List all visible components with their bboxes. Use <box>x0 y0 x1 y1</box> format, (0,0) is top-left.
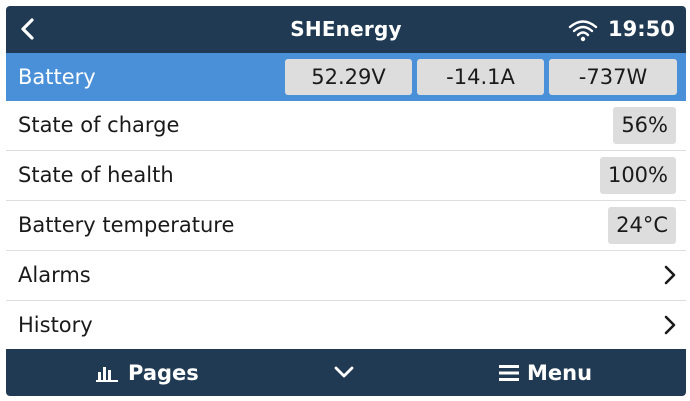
battery-current: -14.1A <box>417 59 544 95</box>
row-value: 24°C <box>608 207 676 244</box>
menu-button[interactable]: Menu <box>499 349 592 396</box>
battery-detail-list: State of charge 56% State of health 100%… <box>6 101 686 351</box>
menu-label: Menu <box>527 360 593 385</box>
row-label: Battery temperature <box>18 213 235 237</box>
row-label: State of charge <box>18 113 180 137</box>
clock: 19:50 <box>608 17 675 41</box>
pages-label: Pages <box>128 360 199 385</box>
list-item-alarms[interactable]: Alarms <box>6 251 686 301</box>
bottom-bar: Pages Menu <box>6 349 686 396</box>
chevron-right-icon <box>664 315 676 335</box>
list-item-state-of-charge[interactable]: State of charge 56% <box>6 101 686 151</box>
device-screen: SHEnergy 19:50 Battery 52.29V -14.1A -73… <box>6 6 686 396</box>
list-item-history[interactable]: History <box>6 301 686 351</box>
battery-summary-row[interactable]: Battery 52.29V -14.1A -737W <box>6 53 686 101</box>
bar-chart-icon <box>96 366 118 382</box>
battery-label: Battery <box>18 65 96 89</box>
row-value: 100% <box>599 157 676 194</box>
pages-button[interactable]: Pages <box>96 349 199 396</box>
row-label: State of health <box>18 163 174 187</box>
list-item-state-of-health[interactable]: State of health 100% <box>6 151 686 201</box>
battery-power: -737W <box>549 59 677 95</box>
row-value: 56% <box>613 107 676 144</box>
row-label: History <box>18 313 93 337</box>
top-bar: SHEnergy 19:50 <box>6 6 686 53</box>
row-label: Alarms <box>18 263 91 287</box>
hamburger-icon <box>499 364 519 381</box>
battery-voltage: 52.29V <box>285 59 412 95</box>
chevron-right-icon <box>664 265 676 285</box>
wifi-icon <box>568 20 598 42</box>
chevron-down-icon[interactable] <box>333 362 355 382</box>
list-item-battery-temperature[interactable]: Battery temperature 24°C <box>6 201 686 251</box>
